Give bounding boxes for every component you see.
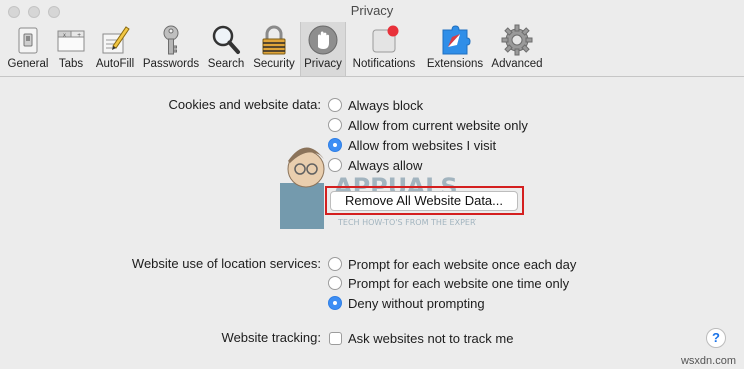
tab-security-label: Security bbox=[253, 58, 295, 70]
tab-advanced-label: Advanced bbox=[491, 58, 543, 70]
tab-extensions[interactable]: Extensions bbox=[422, 22, 488, 76]
tab-tabs-label: Tabs bbox=[58, 58, 84, 70]
tab-privacy-label: Privacy bbox=[304, 58, 342, 70]
radio-always-block[interactable] bbox=[328, 98, 342, 112]
preferences-toolbar: General x + Tabs AutoFill Passwords Sear… bbox=[0, 22, 744, 76]
tab-advanced[interactable]: Advanced bbox=[488, 22, 546, 76]
cookies-option-current-website[interactable]: Allow from current website only bbox=[328, 116, 528, 134]
extensions-icon bbox=[442, 25, 471, 55]
hand-icon bbox=[308, 25, 338, 55]
privacy-pane: APPUALS TECH HOW-TO'S FROM THE EXPERTS C… bbox=[0, 77, 744, 369]
tabs-icon: x + bbox=[57, 30, 85, 52]
tab-extensions-label: Extensions bbox=[426, 58, 484, 70]
option-label: Ask websites not to track me bbox=[348, 330, 514, 346]
option-label: Deny without prompting bbox=[348, 295, 485, 311]
location-option-one-time-only[interactable]: Prompt for each website one time only bbox=[328, 274, 569, 292]
svg-text:x: x bbox=[63, 33, 66, 39]
tab-passwords[interactable]: Passwords bbox=[140, 22, 202, 76]
key-icon bbox=[163, 25, 179, 55]
tab-passwords-label: Passwords bbox=[142, 58, 200, 70]
gear-icon bbox=[501, 24, 533, 56]
location-option-deny[interactable]: Deny without prompting bbox=[328, 294, 485, 312]
tab-autofill[interactable]: AutoFill bbox=[92, 22, 138, 76]
tracking-option[interactable]: Ask websites not to track me bbox=[329, 329, 513, 347]
window-title: Privacy bbox=[350, 3, 394, 18]
do-not-track-checkbox[interactable] bbox=[329, 331, 342, 345]
tab-autofill-label: AutoFill bbox=[95, 58, 135, 70]
radio-one-time-only[interactable] bbox=[328, 276, 342, 290]
tab-notifications[interactable]: Notifications bbox=[347, 22, 421, 76]
notifications-icon bbox=[372, 25, 399, 53]
watermark-tagline: TECH HOW-TO'S FROM THE EXPERTS bbox=[337, 218, 476, 227]
cookies-option-always-block[interactable]: Always block bbox=[328, 96, 423, 114]
radio-deny-without-prompting[interactable] bbox=[328, 296, 342, 310]
svg-text:+: + bbox=[77, 33, 81, 39]
radio-websites-i-visit[interactable] bbox=[328, 138, 342, 152]
option-label: Allow from current website only bbox=[348, 117, 528, 133]
option-label: Always block bbox=[348, 97, 424, 113]
autofill-icon bbox=[102, 26, 130, 54]
option-label: Prompt for each website once each day bbox=[348, 256, 577, 272]
cookies-option-websites-i-visit[interactable]: Allow from websites I visit bbox=[328, 136, 496, 154]
tab-search[interactable]: Search bbox=[204, 22, 248, 76]
general-icon bbox=[18, 27, 38, 54]
tab-general-label: General bbox=[7, 58, 49, 70]
help-button[interactable]: ? bbox=[706, 328, 726, 348]
corner-watermark: wsxdn.com bbox=[680, 355, 736, 367]
radio-current-website[interactable] bbox=[328, 118, 342, 132]
remove-all-website-data-button[interactable]: Remove All Website Data... bbox=[330, 191, 518, 211]
radio-always-allow[interactable] bbox=[328, 158, 342, 172]
cookies-label: Cookies and website data: bbox=[168, 97, 321, 112]
location-label: Website use of location services: bbox=[131, 256, 321, 271]
lock-icon bbox=[262, 25, 286, 55]
tab-privacy[interactable]: Privacy bbox=[300, 22, 346, 76]
option-label: Always allow bbox=[348, 157, 423, 173]
option-label: Prompt for each website one time only bbox=[348, 275, 570, 291]
tracking-label: Website tracking: bbox=[221, 330, 321, 345]
title-bar: Privacy bbox=[0, 0, 744, 22]
cookies-option-always-allow[interactable]: Always allow bbox=[328, 156, 422, 174]
radio-once-each-day[interactable] bbox=[328, 257, 342, 271]
tab-security[interactable]: Security bbox=[249, 22, 299, 76]
option-label: Allow from websites I visit bbox=[348, 137, 497, 153]
search-icon bbox=[212, 25, 240, 54]
location-option-once-each-day[interactable]: Prompt for each website once each day bbox=[328, 255, 576, 273]
tab-tabs[interactable]: x + Tabs bbox=[52, 22, 90, 76]
tab-search-label: Search bbox=[207, 58, 245, 70]
tab-notifications-label: Notifications bbox=[352, 58, 416, 70]
tab-general[interactable]: General bbox=[4, 22, 52, 76]
